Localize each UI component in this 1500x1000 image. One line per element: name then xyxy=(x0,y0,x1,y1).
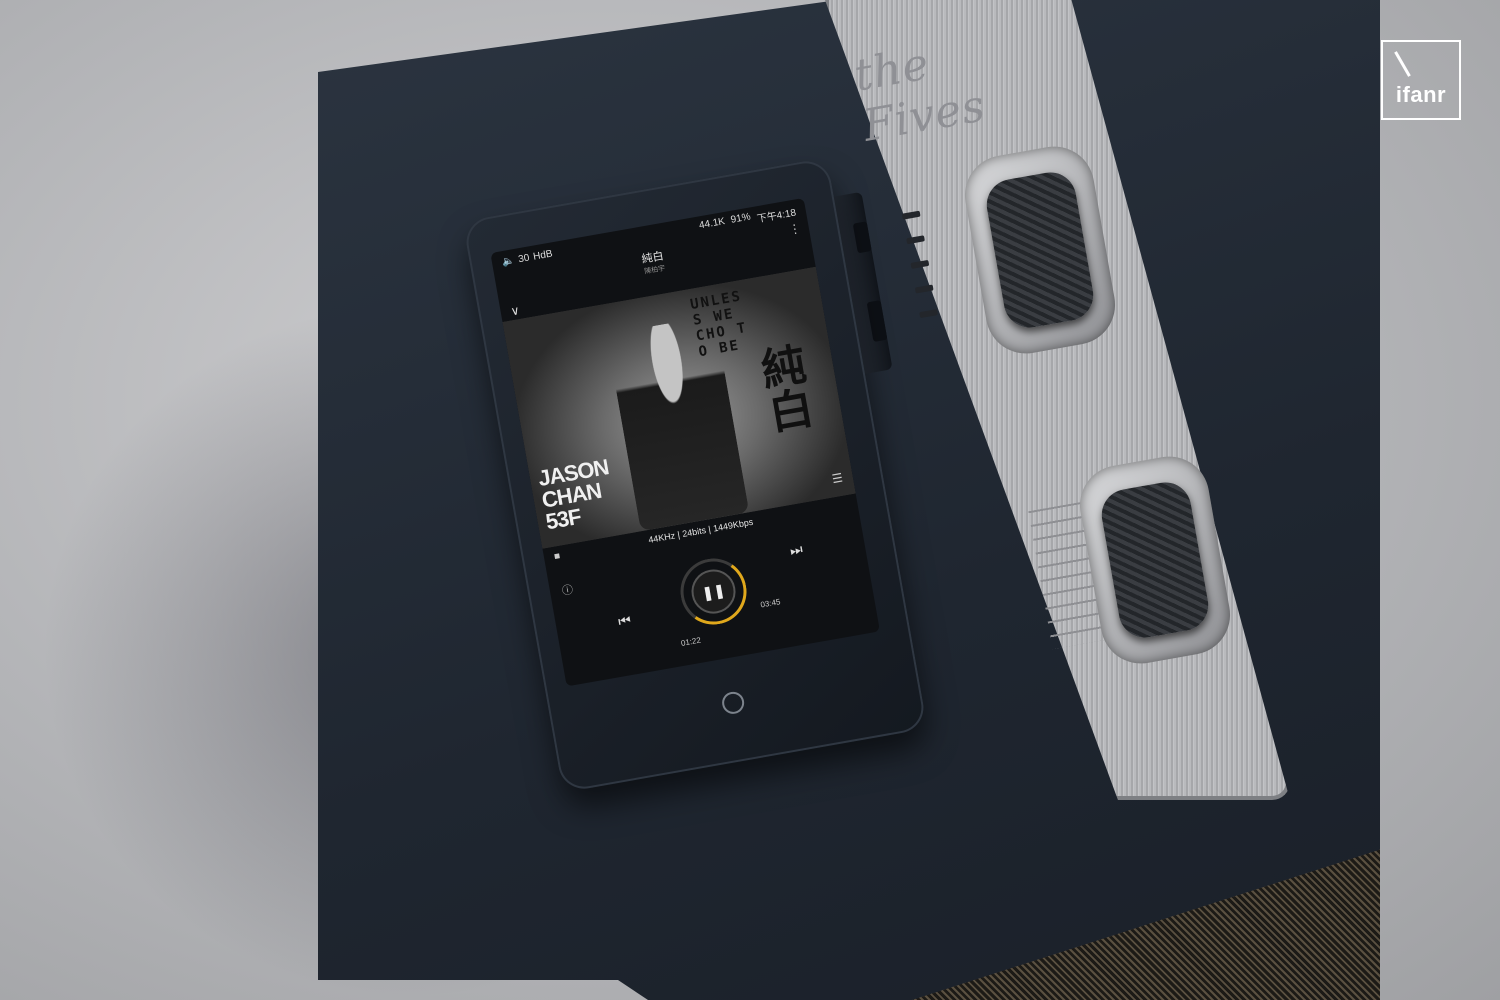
elapsed-time: 01:22 xyxy=(680,635,702,648)
chevron-down-icon[interactable]: ∨ xyxy=(510,303,521,318)
volume-knob[interactable] xyxy=(1097,478,1213,642)
next-icon[interactable]: ⏭ xyxy=(789,541,804,560)
sample-rate: 44.1K xyxy=(698,215,726,231)
total-time: 03:45 xyxy=(759,597,782,610)
list-icon[interactable]: ☰ xyxy=(831,471,844,487)
cover-artist-name: JASON CHAN 53F xyxy=(536,454,611,535)
source-tick xyxy=(906,235,925,245)
watermark-text: ifanr xyxy=(1395,82,1447,107)
progress-ring[interactable]: ❚❚ xyxy=(675,553,752,630)
watermark-slash-icon xyxy=(1394,51,1411,77)
source-tick xyxy=(919,309,938,319)
source-tick xyxy=(910,259,930,269)
album-cover: UNLESS WE CHO TO BE 純白 JASON CHAN 53F xyxy=(502,266,856,549)
pause-icon[interactable]: ❚❚ xyxy=(688,566,740,618)
gain-level: HdB xyxy=(532,247,554,263)
more-icon[interactable]: ⋮ xyxy=(788,221,802,237)
battery-level: 91% xyxy=(729,211,752,226)
speaker-icon: 🔈 xyxy=(501,254,516,268)
source-knob[interactable] xyxy=(982,168,1098,332)
info-icon[interactable]: ⓘ xyxy=(561,581,575,599)
cover-chinese-title: 純白 xyxy=(751,340,815,437)
prev-icon[interactable]: ⏮ xyxy=(617,611,632,630)
ifanr-watermark: ifanr xyxy=(1381,40,1461,120)
source-tick xyxy=(914,284,934,294)
volume-level: 30 xyxy=(517,252,531,265)
